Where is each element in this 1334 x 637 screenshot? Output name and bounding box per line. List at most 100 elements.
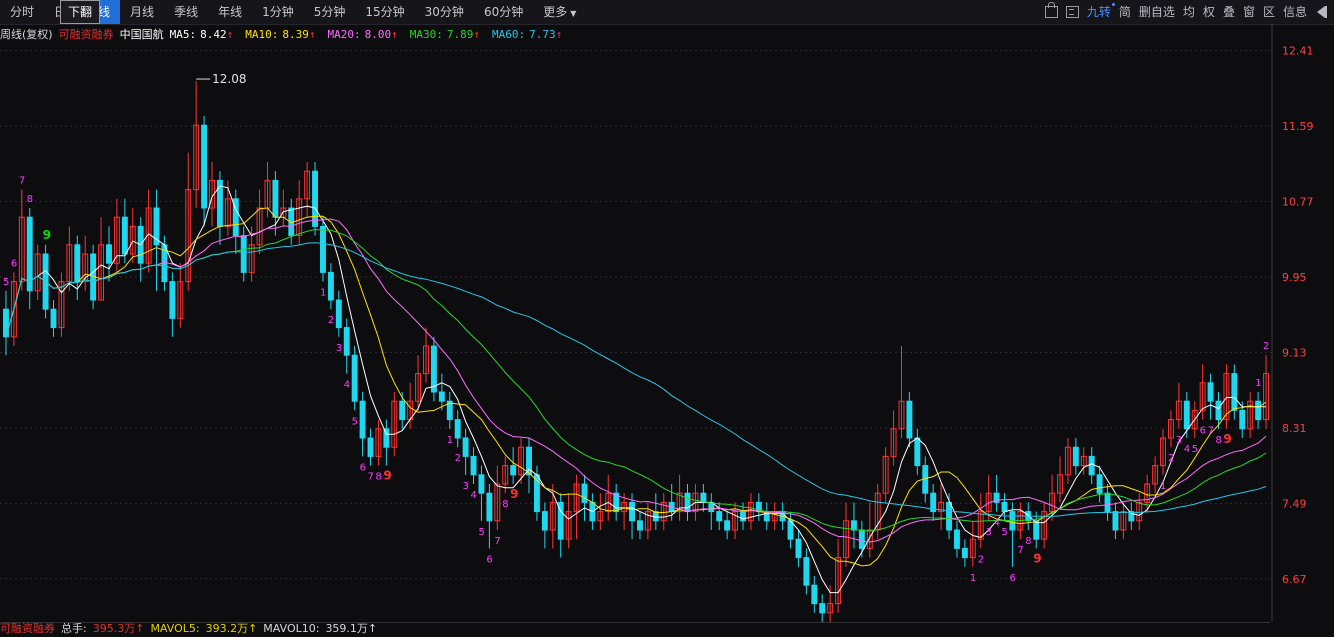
candle-body xyxy=(360,401,365,438)
candle-body xyxy=(859,530,864,548)
candle-body xyxy=(511,466,516,475)
tool-button-7[interactable]: 区 xyxy=(1259,0,1279,24)
page-down-button[interactable]: 下翻 xyxy=(60,0,100,24)
candle-body xyxy=(1216,401,1221,419)
candle-body xyxy=(685,493,690,511)
tab-4[interactable]: 季线 xyxy=(164,0,208,24)
tab-0[interactable]: 分时 xyxy=(0,0,44,24)
candle-body xyxy=(955,530,960,548)
candle-body xyxy=(582,484,587,502)
candle-body xyxy=(336,300,341,328)
td-count-label: 5 xyxy=(1002,527,1008,538)
candlestick-chart[interactable]: 12.4111.5910.779.959.138.317.496.6712.08… xyxy=(0,24,1334,622)
tool-button-0[interactable]: 九转 xyxy=(1083,0,1115,24)
mavol5-label: MAVOL5: xyxy=(150,623,199,635)
tab-9[interactable]: 30分钟 xyxy=(415,0,474,24)
layout-icon[interactable] xyxy=(1066,6,1079,18)
td-count-label: 7 xyxy=(19,176,25,187)
tool-button-6[interactable]: 窗 xyxy=(1239,0,1259,24)
tool-button-5[interactable]: 叠 xyxy=(1219,0,1239,24)
td-count-label: 7 xyxy=(494,536,500,547)
candle-body xyxy=(1232,374,1237,411)
tab-label: 15分钟 xyxy=(365,5,404,19)
td-count-label: 1 xyxy=(1160,481,1166,492)
tab-10[interactable]: 60分钟 xyxy=(474,0,533,24)
td-count-label: 4 xyxy=(344,380,350,391)
candle-body xyxy=(27,217,32,291)
candle-body xyxy=(439,392,444,401)
td-count-label: 8 xyxy=(27,194,33,205)
candle-body xyxy=(812,585,817,603)
candle-body xyxy=(487,493,492,521)
tab-11[interactable]: 更多▼ xyxy=(533,0,586,24)
tab-6[interactable]: 1分钟 xyxy=(252,0,304,24)
candle-body xyxy=(321,226,326,272)
candle-body xyxy=(1002,502,1007,511)
candle-body xyxy=(1184,401,1189,429)
ma-line-ma30 xyxy=(6,230,1266,531)
td-count-label: 5 xyxy=(1192,444,1198,455)
active-dot-icon xyxy=(1112,3,1115,6)
tool-button-4[interactable]: 权 xyxy=(1199,0,1219,24)
td-count-label: 7 xyxy=(368,472,374,483)
td-count-label: 7 xyxy=(1208,426,1214,437)
tool-button-3[interactable]: 均 xyxy=(1179,0,1199,24)
caret-down-icon: ▼ xyxy=(570,9,576,18)
td-count-label: 5 xyxy=(478,527,484,538)
td-count-label: 2 xyxy=(328,315,334,326)
right-toolbar: 九转简删自选均权叠窗区信息 xyxy=(1041,0,1328,24)
ma-line-ma5 xyxy=(6,186,1266,593)
td-count-label: 3 xyxy=(986,527,992,538)
td-count-label: 7 xyxy=(1017,545,1023,556)
td-count-label: 6 xyxy=(1009,573,1015,584)
tab-7[interactable]: 5分钟 xyxy=(304,0,356,24)
tab-8[interactable]: 15分钟 xyxy=(355,0,414,24)
lock-icon[interactable] xyxy=(1045,6,1058,18)
tool-button-1[interactable]: 简 xyxy=(1115,0,1135,24)
collapse-panel-icon[interactable] xyxy=(1317,6,1325,18)
total-volume-label: 总手: xyxy=(61,623,87,635)
candle-body xyxy=(820,604,825,613)
candle-body xyxy=(907,401,912,438)
td-count-label: 2 xyxy=(1263,341,1269,352)
candle-body xyxy=(725,521,730,530)
candle-body xyxy=(1105,493,1110,511)
td-count-label: 1 xyxy=(1255,378,1261,389)
candle-body xyxy=(273,180,278,217)
candle-body xyxy=(638,521,643,530)
candle-body xyxy=(479,475,484,493)
td-count-label: 2 xyxy=(455,453,461,464)
total-volume-value: 395.3万↑ xyxy=(93,623,145,635)
candle-body xyxy=(217,180,222,226)
td-count-label: 8 xyxy=(1215,435,1221,446)
candle-body xyxy=(241,236,246,273)
ma-line-ma20 xyxy=(6,219,1266,542)
tool-button-8[interactable]: 信息 xyxy=(1279,0,1311,24)
tool-button-2[interactable]: 删自选 xyxy=(1135,0,1179,24)
mavol10-label: MAVOL10: xyxy=(263,623,319,635)
candle-body xyxy=(75,245,80,282)
candle-body xyxy=(202,125,207,208)
td-count-label: 8 xyxy=(502,499,508,510)
candle-body xyxy=(313,171,318,226)
td-count-label: 4 xyxy=(994,518,1000,529)
candle-body xyxy=(170,282,175,319)
candle-body xyxy=(1208,383,1213,401)
mavol5-value: 393.2万↑ xyxy=(206,623,258,635)
tab-label: 年线 xyxy=(218,5,242,19)
td-count-label: 8 xyxy=(1025,536,1031,547)
tab-label: 月线 xyxy=(130,5,154,19)
y-tick-label: 7.49 xyxy=(1282,497,1307,510)
td-count-label: 1 xyxy=(447,435,453,446)
candle-body xyxy=(1073,447,1078,465)
candle-body xyxy=(717,512,722,521)
td-count-label: 4 xyxy=(1184,444,1190,455)
tab-3[interactable]: 月线 xyxy=(120,0,164,24)
td-count-label: 6 xyxy=(1200,426,1206,437)
tab-5[interactable]: 年线 xyxy=(208,0,252,24)
td-count-label: 1 xyxy=(970,573,976,584)
candle-body xyxy=(1034,521,1039,539)
td-count-label: 1 xyxy=(320,288,326,299)
volume-indicator-bar: 可融资融券 总手: 395.3万↑ MAVOL5: 393.2万↑ MAVOL1… xyxy=(0,622,1270,637)
candle-body xyxy=(431,346,436,392)
